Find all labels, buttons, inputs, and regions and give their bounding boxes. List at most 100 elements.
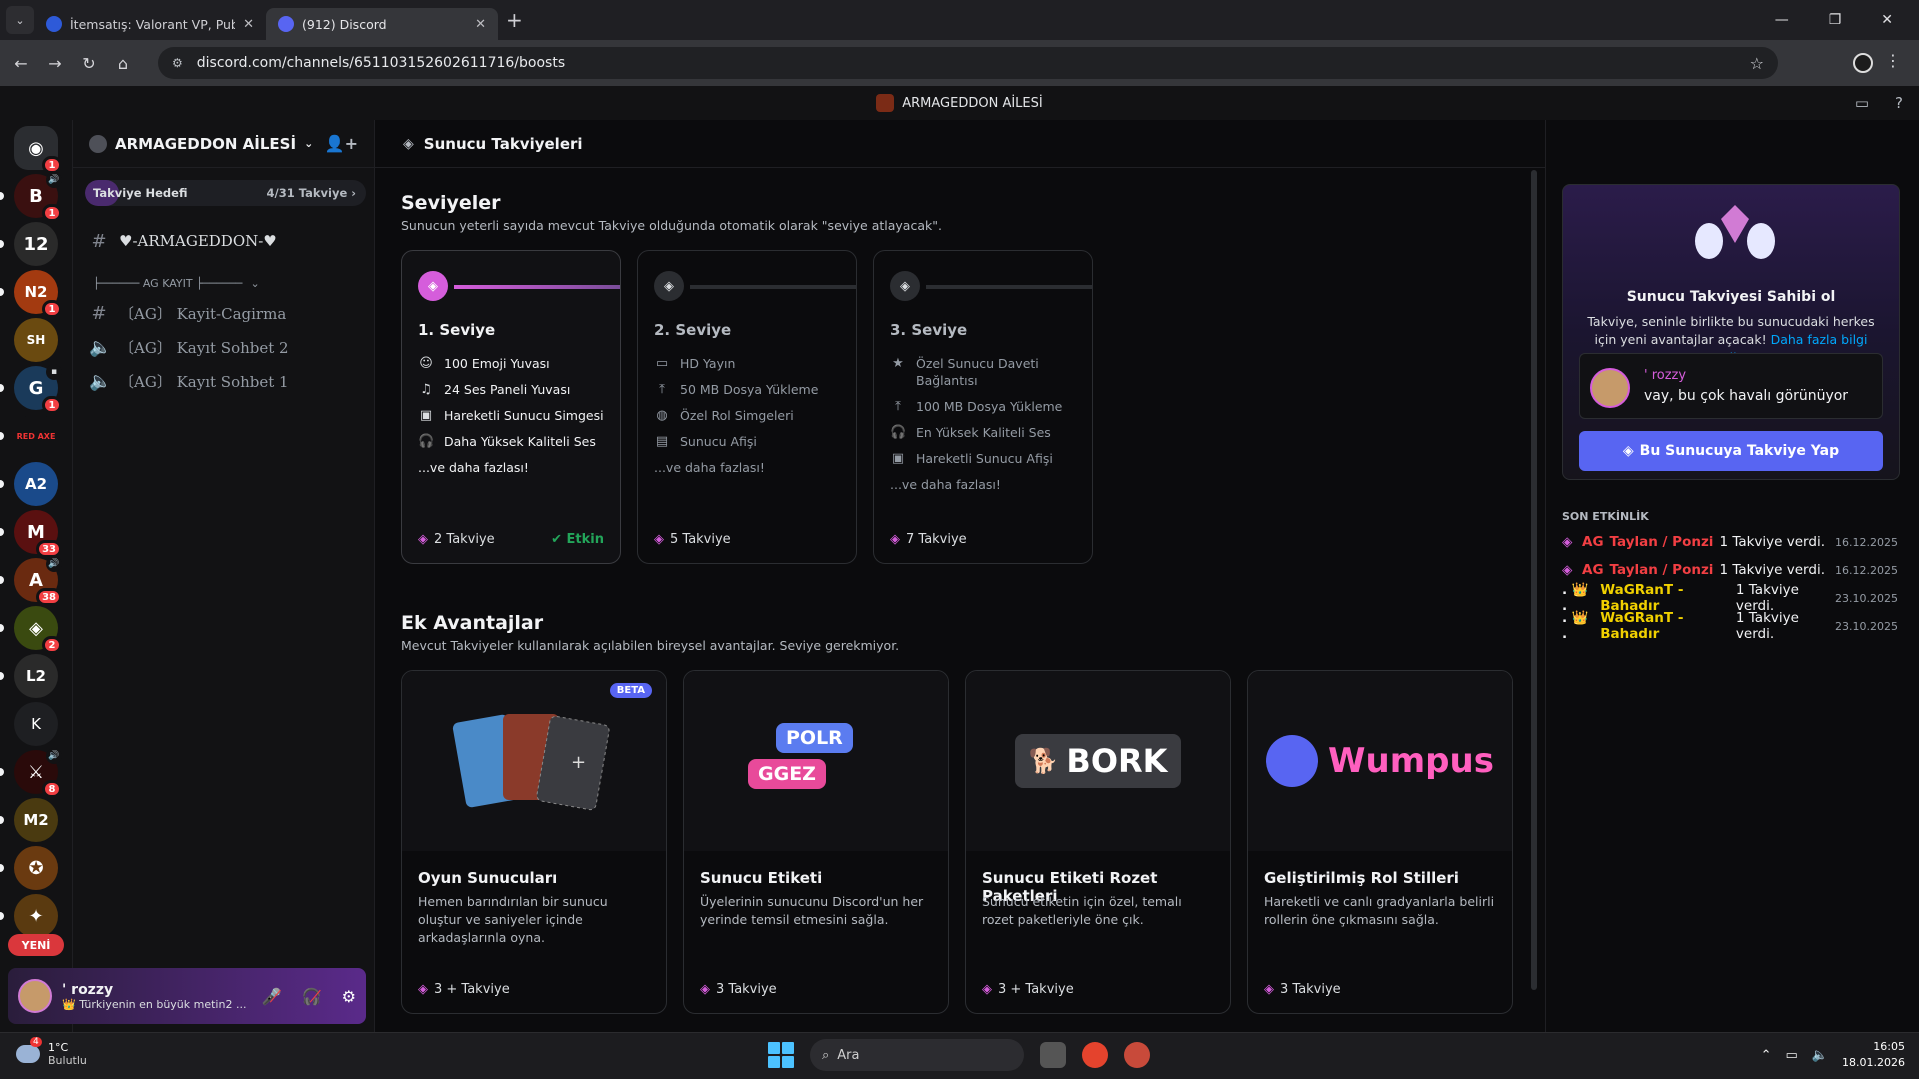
profile-avatar[interactable] (1853, 53, 1873, 73)
category-ag-kayit[interactable]: ├────── AG KAYIT ├────── ⌄ (73, 270, 374, 296)
start-button[interactable] (768, 1042, 794, 1068)
taskbar-search[interactable]: ⌕ Ara (810, 1039, 1024, 1071)
perk-card-game-servers[interactable]: + BETA Oyun Sunucuları Hemen barındırıla… (401, 670, 667, 1014)
hands-gem-icon (1695, 205, 1775, 259)
server-shadow[interactable]: SH (14, 318, 58, 362)
inbox-icon[interactable]: ▭ (1855, 94, 1869, 112)
server-b[interactable]: B 🔊 1 (0, 172, 62, 222)
weather-badge: 4 (30, 1037, 42, 1047)
server-a[interactable]: A 🔊 38 (0, 556, 62, 606)
banner-icon: ▤ (655, 434, 669, 449)
speaker-icon: 🔊 (46, 556, 62, 572)
boost-gem-icon: ◈ (890, 271, 920, 301)
svg-text:+: + (571, 752, 586, 773)
unread-pill (0, 864, 4, 872)
address-bar[interactable]: ⚙ discord.com/channels/65110315260261171… (158, 47, 1778, 79)
server-12[interactable]: 12 (0, 222, 58, 266)
boost-promo-card: Sunucu Takviyesi Sahibi ol Takviye, seni… (1562, 184, 1900, 480)
boost-gem-icon: ◈ (700, 982, 710, 997)
hashtag-icon: # (91, 302, 107, 324)
server-l2[interactable]: L2 (0, 654, 58, 698)
chevron-down-icon: ⌄ (304, 137, 314, 150)
voice-channel-kayit-sohbet-2[interactable]: 🔈 〔AG〕 Kayıt Sohbet 2 (73, 330, 374, 364)
home-icon[interactable]: ⌂ (106, 54, 140, 73)
server-zafer[interactable]: ✦ (0, 894, 58, 938)
back-arrow-icon[interactable]: ← (4, 54, 38, 73)
server-k[interactable]: K (14, 702, 58, 746)
settings-gear-icon[interactable]: ⚙ (342, 987, 356, 1006)
discord-favicon-icon (278, 16, 294, 32)
perk-card-badge-packs[interactable]: 🐕 BORK Sunucu Etiketi Rozet Paketleri Su… (965, 670, 1231, 1014)
boost-gem-icon: ◈ (654, 532, 664, 547)
help-icon[interactable]: ? (1895, 94, 1903, 112)
server-g[interactable]: G ▪ 1 (0, 364, 62, 414)
game-cards-illustration: + (452, 714, 610, 811)
clock[interactable]: 16:05 18.01.2026 (1842, 1039, 1905, 1071)
deafen-icon[interactable]: 🎧̸ (302, 987, 322, 1006)
user-avatar[interactable] (18, 979, 52, 1013)
wumpus-icon (1266, 735, 1319, 787)
speaker-icon: 🔊 (46, 748, 62, 764)
level-card-3: ◈ 3. Seviye ★ Özel Sunucu Daveti Bağlantı… (873, 250, 1093, 564)
site-info-icon[interactable]: ⚙ (172, 56, 183, 70)
close-tab-icon[interactable]: ✕ (475, 17, 486, 32)
boost-sidebar: Sunucu Takviyesi Sahibi ol Takviye, seni… (1545, 120, 1919, 1032)
minimize-icon[interactable]: — (1775, 12, 1789, 28)
role-styles-art: Wumpus (1248, 671, 1512, 851)
volume-icon[interactable]: 🔈 (1812, 1048, 1828, 1063)
activity-title: SON ETKİNLİK (1562, 510, 1649, 523)
speaker-icon: 🔈 (89, 370, 112, 392)
bookmark-star-icon[interactable]: ☆ (1750, 54, 1764, 73)
tab-itemsatis[interactable]: İtemsatış: Valorant VP, Pubg Mo ✕ (34, 8, 266, 40)
new-tab-button[interactable]: + (506, 8, 523, 32)
weather-widget[interactable]: 4 1°C Bulutlu (16, 1037, 87, 1067)
perk-card-role-styles[interactable]: Wumpus Geliştirilmiş Rol Stilleri Hareke… (1247, 670, 1513, 1014)
server-redaxe[interactable]: RED AXE (0, 414, 58, 458)
voice-channel-kayit-sohbet-1[interactable]: 🔈 〔AG〕 Kayıt Sohbet 1 (73, 364, 374, 398)
mute-mic-icon[interactable]: 🎤̸ (262, 987, 282, 1006)
server-m2[interactable]: M2 (0, 798, 58, 842)
channel-armageddon[interactable]: # ♥-ARMAGEDDON-♥ (73, 224, 374, 258)
close-window-icon[interactable]: ✕ (1881, 12, 1893, 28)
server-wolf[interactable]: ✪ (0, 846, 58, 890)
boost-server-button[interactable]: ◈ Bu Sunucuya Takviye Yap (1579, 431, 1883, 471)
unread-badge: 2 (42, 636, 62, 654)
server-a2[interactable]: A2 (0, 462, 58, 506)
app-icon[interactable] (1124, 1042, 1150, 1068)
invite-people-icon[interactable]: 👤+ (325, 134, 358, 153)
boost-gem-icon: ◈ (418, 532, 428, 547)
server-header[interactable]: ARMAGEDDON AİLESİ ⌄ 👤+ (73, 120, 374, 168)
server-sword[interactable]: ⚔ 🔊 8 (0, 748, 62, 798)
star-icon: ★ (892, 356, 904, 371)
level-progress-bar (690, 285, 856, 289)
close-tab-icon[interactable]: ✕ (243, 17, 254, 32)
forward-arrow-icon[interactable]: → (38, 54, 72, 73)
server-game[interactable]: ◈ 2 (0, 606, 62, 654)
server-n2[interactable]: N2 1 (0, 270, 62, 318)
user-panel: ' rozzy 👑 Türkiyenin en büyük metin2 ...… (8, 968, 366, 1024)
chrome-icon[interactable] (1082, 1042, 1108, 1068)
reload-icon[interactable]: ↻ (72, 54, 106, 73)
gif-icon: ▣ (419, 408, 433, 423)
restore-icon[interactable]: ❐ (1829, 12, 1842, 28)
unread-pill (0, 288, 4, 296)
boost-goal-bar[interactable]: Takviye Hedefi 4/31 Takviye › (85, 180, 366, 206)
network-icon[interactable]: ▭ (1786, 1048, 1798, 1063)
perk-card-server-tag[interactable]: POLR GGEZ Sunucu Etiketi Üyelerinin sunu… (683, 670, 949, 1014)
tab-discord[interactable]: (912) Discord ✕ (266, 8, 498, 40)
server-logo-icon: ◈ (29, 617, 43, 639)
tray-chevron-icon[interactable]: ⌃ (1761, 1048, 1772, 1063)
check-circle-icon: ✔ (551, 532, 567, 547)
server-tag-art: POLR GGEZ (684, 671, 948, 851)
browser-menu-icon[interactable]: ⋮ (1885, 51, 1901, 70)
channel-kayit-cagirma[interactable]: # 〔AG〕 Kayit-Cagirma (73, 296, 374, 330)
task-view-icon[interactable] (1040, 1042, 1066, 1068)
browser-tabstrip: ⌄ İtemsatış: Valorant VP, Pubg Mo ✕ (912… (0, 0, 1919, 40)
tab-search-button[interactable]: ⌄ (6, 6, 34, 34)
server-m[interactable]: M 33 (0, 510, 62, 558)
username: ' rozzy (62, 981, 114, 998)
scrollbar[interactable] (1531, 170, 1537, 990)
server-discord-home[interactable]: ◉ 1 (14, 126, 62, 174)
new-badge[interactable]: YENİ (8, 934, 64, 956)
chat-icon: ▪ (46, 364, 62, 380)
